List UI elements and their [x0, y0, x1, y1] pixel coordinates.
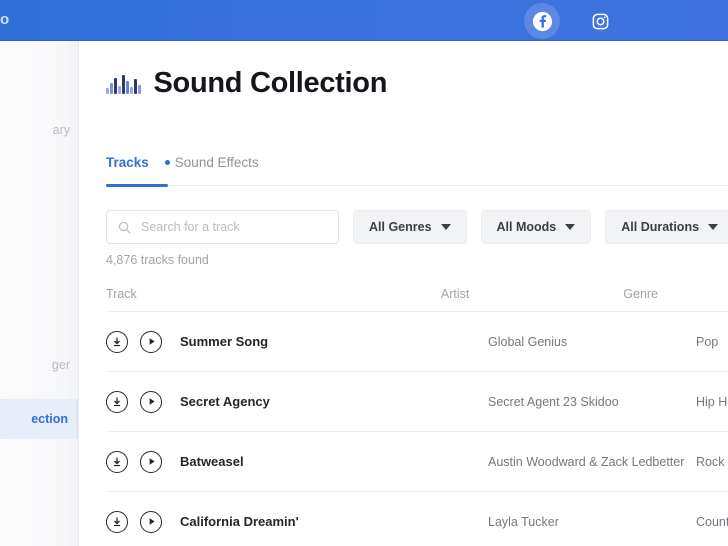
results-count: 4,876 tracks found: [106, 253, 209, 267]
main-content: Sound Collection Tracks Sound Effects Se…: [79, 41, 728, 546]
table-row[interactable]: Summer Song Global Genius Pop: [106, 312, 728, 372]
column-header-track[interactable]: Track: [106, 287, 441, 301]
search-icon: [118, 221, 131, 233]
track-genre: Hip Hop: [696, 394, 728, 409]
play-icon[interactable]: [140, 510, 162, 533]
track-artist: Secret Agent 23 Skidoo: [488, 394, 619, 409]
filter-durations-button[interactable]: All Durations: [605, 210, 728, 244]
track-title: Secret Agency: [180, 394, 270, 409]
tab-tracks-label: Tracks: [106, 154, 149, 170]
top-navigation-bar: o: [0, 0, 728, 41]
search-input[interactable]: [141, 220, 326, 234]
track-genre: Pop: [696, 334, 719, 349]
chevron-down-icon: [565, 224, 576, 230]
sidebar-item-sound-collection[interactable]: ection: [0, 399, 78, 439]
table-row[interactable]: Batweasel Austin Woodward & Zack Ledbett…: [106, 432, 728, 492]
download-icon[interactable]: [106, 450, 128, 473]
track-title: Batweasel: [180, 454, 244, 469]
instagram-icon[interactable]: [582, 3, 618, 39]
new-badge-dot-icon: [164, 159, 170, 165]
sidebar-item-manager[interactable]: ger: [52, 358, 70, 372]
filter-genres-button[interactable]: All Genres: [353, 210, 467, 244]
filter-moods-label: All Moods: [496, 220, 557, 234]
social-links: [524, 3, 618, 39]
track-title: Summer Song: [180, 334, 269, 349]
sidebar-item-library[interactable]: ary: [53, 123, 70, 137]
column-header-artist[interactable]: Artist: [441, 287, 623, 301]
tab-sound-effects[interactable]: Sound Effects: [164, 154, 259, 170]
track-artist: Austin Woodward & Zack Ledbetter: [488, 454, 685, 469]
track-artist: Layla Tucker: [488, 514, 559, 529]
tab-tracks[interactable]: Tracks: [106, 155, 149, 170]
page-title: Sound Collection: [153, 67, 388, 99]
sidebar-item-sound-collection-label: ection: [31, 412, 68, 426]
download-icon[interactable]: [106, 390, 128, 413]
filter-bar: All Genres All Moods All Durations: [106, 210, 728, 244]
filter-durations-label: All Durations: [621, 220, 700, 234]
column-header-genre[interactable]: Genre: [623, 287, 728, 301]
sound-collection-page: o ary ger ection Sound Collection Tracks…: [0, 0, 728, 546]
facebook-icon[interactable]: [524, 3, 560, 39]
tracks-table: Track Artist Genre Summer Song Global Ge…: [106, 277, 728, 546]
active-tab-underline: [106, 183, 168, 187]
table-header-row: Track Artist Genre: [106, 277, 728, 312]
track-artist: Global Genius: [488, 334, 568, 349]
waveform-icon: [106, 74, 141, 94]
page-header: Sound Collection: [106, 69, 387, 98]
filter-moods-button[interactable]: All Moods: [480, 210, 592, 244]
search-input-wrapper[interactable]: [106, 210, 339, 244]
play-icon[interactable]: [140, 330, 162, 353]
track-genre: Country: [696, 514, 728, 529]
table-row[interactable]: California Dreamin' Layla Tucker Country: [106, 492, 728, 546]
filter-genres-label: All Genres: [369, 220, 432, 234]
tab-bar: Tracks Sound Effects: [106, 149, 728, 187]
download-icon[interactable]: [106, 330, 128, 353]
download-icon[interactable]: [106, 510, 128, 533]
tab-sound-effects-label: Sound Effects: [174, 154, 259, 170]
chevron-down-icon: [440, 224, 451, 230]
track-title: California Dreamin': [180, 514, 299, 529]
tab-divider: [106, 183, 728, 187]
track-genre: Rock: [696, 454, 725, 469]
left-sidebar: ary ger ection: [0, 41, 79, 546]
table-row[interactable]: Secret Agency Secret Agent 23 Skidoo Hip…: [106, 372, 728, 432]
brand-logo-fragment[interactable]: o: [0, 11, 9, 28]
chevron-down-icon: [708, 224, 719, 230]
play-icon[interactable]: [140, 390, 162, 413]
play-icon[interactable]: [140, 450, 162, 473]
